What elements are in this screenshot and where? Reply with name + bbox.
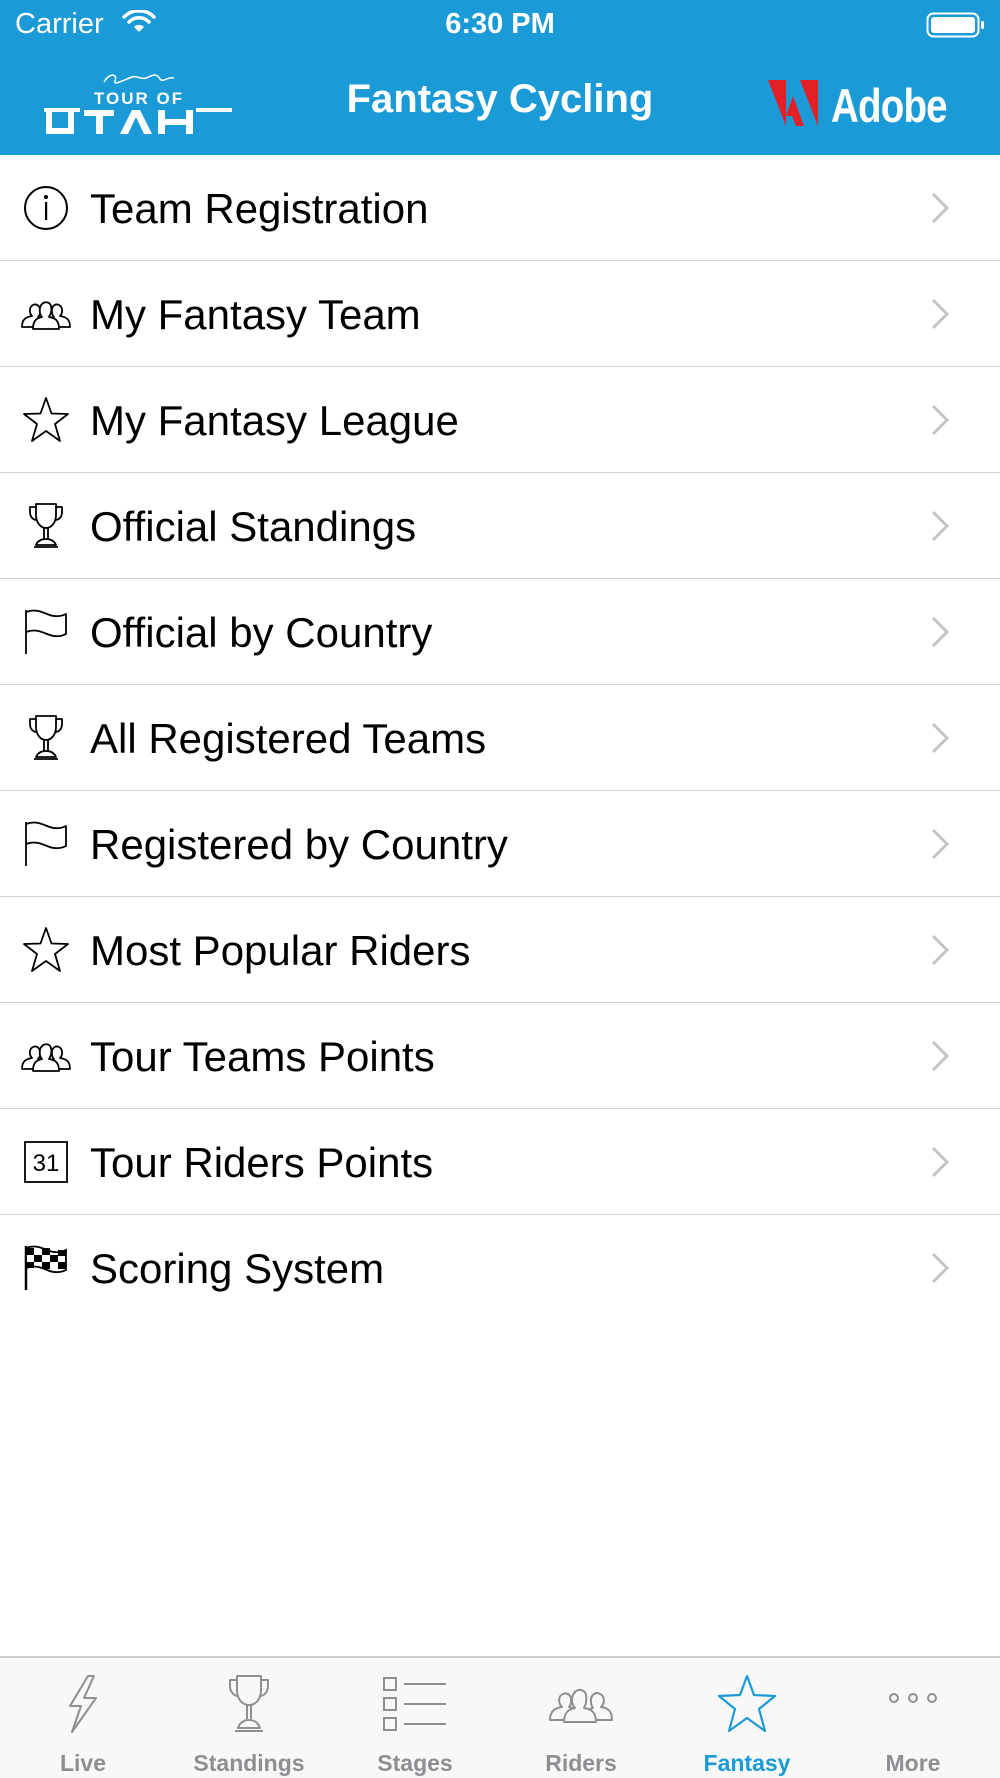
- star-icon: [717, 1674, 777, 1733]
- tab-label: More: [885, 1750, 941, 1776]
- chevron-right-icon: [931, 1146, 950, 1178]
- adobe-logo[interactable]: Adobe: [768, 78, 958, 132]
- menu-item-registered-by-country[interactable]: Registered by Country: [0, 791, 1000, 897]
- star-icon: [23, 927, 69, 972]
- star-icon: [23, 397, 69, 442]
- flag-icon: [25, 821, 67, 866]
- tab-label: Standings: [193, 1750, 305, 1776]
- menu-item-label: Scoring System: [90, 1245, 385, 1292]
- info-icon: [24, 186, 68, 230]
- menu-item-label: My Fantasy League: [90, 397, 459, 444]
- menu-item-label: All Registered Teams: [90, 715, 487, 762]
- menu-item-label: Registered by Country: [90, 821, 508, 868]
- flag-icon: [25, 609, 67, 654]
- list-icon: [383, 1677, 446, 1731]
- app-header: Carrier 6:30 PM TOUR OF Fantasy Cycling: [0, 0, 1000, 155]
- menu-item-official-standings[interactable]: Official Standings: [0, 473, 1000, 579]
- calendar-icon: 31: [24, 1141, 68, 1183]
- chevron-right-icon: [931, 616, 950, 648]
- tab-label: Riders: [545, 1750, 617, 1776]
- menu-item-label: Tour Riders Points: [90, 1139, 434, 1186]
- trophy-icon: [229, 1675, 269, 1732]
- status-bar: Carrier 6:30 PM: [0, 0, 1000, 50]
- battery-icon: [926, 12, 984, 38]
- chevron-right-icon: [931, 1040, 950, 1072]
- menu-item-official-by-country[interactable]: Official by Country: [0, 579, 1000, 685]
- tab-riders[interactable]: Riders: [498, 1658, 664, 1778]
- chevron-right-icon: [931, 934, 950, 966]
- menu-item-label: My Fantasy Team: [90, 291, 421, 338]
- menu-item-label: Most Popular Riders: [90, 927, 471, 974]
- trophy-icon: [29, 503, 63, 548]
- menu-item-scoring-system[interactable]: Scoring System: [0, 1215, 1000, 1321]
- trophy-icon: [29, 715, 63, 760]
- chevron-right-icon: [931, 510, 950, 542]
- team-icon: [549, 1688, 613, 1723]
- menu-item-my-fantasy-league[interactable]: My Fantasy League: [0, 367, 1000, 473]
- menu-item-all-registered-teams[interactable]: All Registered Teams: [0, 685, 1000, 791]
- tab-label: Fantasy: [703, 1750, 791, 1776]
- chevron-right-icon: [931, 404, 950, 436]
- chevron-right-icon: [931, 298, 950, 330]
- tab-more[interactable]: More: [830, 1658, 996, 1778]
- menu-item-tour-riders-points[interactable]: 31 Tour Riders Points: [0, 1109, 1000, 1215]
- menu-item-label: Tour Teams Points: [90, 1033, 435, 1080]
- tab-standings[interactable]: Standings: [166, 1658, 332, 1778]
- menu-item-tour-teams-points[interactable]: Tour Teams Points: [0, 1003, 1000, 1109]
- tab-label: Stages: [377, 1750, 453, 1776]
- chevron-right-icon: [931, 722, 950, 754]
- ellipsis-icon: [889, 1693, 937, 1703]
- fantasy-menu-list: Team Registration My Fantasy Team My Fan…: [0, 155, 1000, 1321]
- menu-item-label: Official Standings: [90, 503, 417, 550]
- adobe-mark-icon: [768, 80, 818, 126]
- menu-item-team-registration[interactable]: Team Registration: [0, 155, 1000, 261]
- adobe-wordmark: Adobe: [831, 79, 948, 132]
- team-icon: [21, 301, 71, 330]
- tab-label: Live: [59, 1750, 107, 1776]
- status-time: 6:30 PM: [445, 8, 555, 40]
- tab-fantasy[interactable]: Fantasy: [664, 1658, 830, 1778]
- tab-stages[interactable]: Stages: [332, 1658, 498, 1778]
- menu-item-label: Team Registration: [90, 185, 429, 232]
- menu-item-label: Official by Country: [90, 609, 433, 656]
- chevron-right-icon: [931, 828, 950, 860]
- checkered-flag-icon: [24, 1245, 67, 1290]
- menu-item-my-fantasy-team[interactable]: My Fantasy Team: [0, 261, 1000, 367]
- lightning-icon: [69, 1675, 97, 1733]
- team-icon: [21, 1043, 71, 1072]
- tab-live[interactable]: Live: [0, 1658, 166, 1778]
- chevron-right-icon: [931, 192, 950, 224]
- chevron-right-icon: [931, 1252, 950, 1284]
- calendar-icon-date: 31: [33, 1150, 60, 1177]
- menu-item-most-popular-riders[interactable]: Most Popular Riders: [0, 897, 1000, 1003]
- tab-bar: Live Standings Stages Riders Fantasy Mor…: [0, 1656, 1000, 1778]
